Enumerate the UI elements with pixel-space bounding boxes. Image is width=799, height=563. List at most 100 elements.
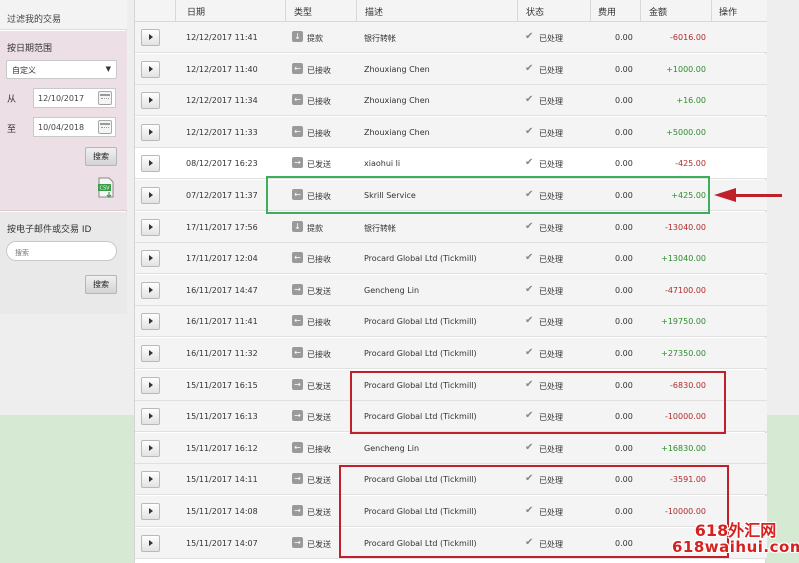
date-range-label: 按日期范围: [7, 44, 53, 54]
row-description: Procard Global Ltd (Tickmill): [364, 317, 477, 327]
header-date[interactable]: 日期: [187, 5, 205, 18]
checkmark-icon: ✔: [525, 220, 534, 232]
row-fee: 0.00: [615, 159, 633, 169]
header-amount[interactable]: 金额: [649, 5, 667, 18]
expand-row-button[interactable]: [141, 187, 160, 204]
table-row[interactable]: 15/11/2017 14:11 → 已发送 Procard Global Ltd (…: [135, 464, 767, 496]
expand-row-button[interactable]: [141, 123, 160, 141]
row-fee: 0.00: [615, 254, 633, 264]
row-type: 已接收: [307, 255, 331, 265]
table-row[interactable]: 16/11/2017 14:47 → 已发送 Gencheng Lin ✔ 已处理 0.00…: [135, 274, 767, 306]
table-row[interactable]: 12/12/2017 11:33 ← 已接收 Zhouxiang Chen ✔ 已处理 0.…: [135, 116, 767, 148]
row-status: 已处理: [539, 255, 563, 265]
table-row[interactable]: 15/11/2017 16:12 ← 已接收 Gencheng Lin ✔ 已处理 0.00…: [135, 432, 767, 464]
table-row[interactable]: 08/12/2017 16:23 → 已发送 xiaohui li ✔ 已处理 0.00 -4…: [135, 148, 767, 180]
table-row[interactable]: 17/11/2017 12:04 ← 已接收 Procard Global Ltd (…: [135, 243, 767, 275]
expand-row-button[interactable]: [141, 250, 160, 268]
expand-row-button[interactable]: [141, 534, 160, 552]
row-status: 已处理: [539, 97, 563, 107]
row-fee: 0.00: [615, 412, 633, 422]
receive-icon: ←: [292, 441, 303, 453]
expand-row-button[interactable]: [141, 376, 160, 394]
table-row[interactable]: 17/11/2017 17:56 ↓ 提款 银行转帐 ✔ 已处理 0.00 -13040.00: [135, 211, 767, 243]
row-description: Procard Global Ltd (Tickmill): [364, 349, 477, 358]
row-description: Skrill Service: [364, 191, 416, 200]
expand-row-button[interactable]: [141, 313, 160, 331]
row-status: 已处理: [539, 350, 563, 359]
row-fee: 0.00: [615, 96, 633, 106]
expand-row-button[interactable]: [141, 345, 160, 362]
to-date-value: 10/04/2018: [38, 123, 85, 132]
table-row[interactable]: 15/11/2017 16:15 → 已发送 Procard Global Ltd (…: [135, 369, 767, 401]
header-divider: [356, 0, 357, 22]
header-status[interactable]: 状态: [526, 5, 544, 18]
checkmark-icon: ✔: [525, 378, 534, 390]
row-type: 已接收: [307, 128, 331, 138]
receive-icon: ←: [292, 62, 303, 74]
row-date: 15/11/2017 16:15: [186, 380, 258, 390]
header-type[interactable]: 类型: [294, 5, 312, 18]
expand-row-button[interactable]: [141, 29, 160, 46]
receive-icon: ←: [292, 252, 303, 264]
row-fee: 0.00: [615, 475, 633, 485]
calendar-icon[interactable]: [98, 120, 112, 134]
header-fee[interactable]: 费用: [598, 5, 616, 18]
row-amount: -6016.00: [670, 33, 706, 42]
transactions-table: 日期 类型 描述 状态 费用 金额 操作 12/12/2017 11:41 ↓ 提款…: [134, 0, 767, 563]
row-type: 已接收: [307, 318, 331, 328]
watermark-line-1: 618外汇网: [694, 521, 777, 540]
table-row[interactable]: 12/12/2017 11:40 ← 已接收 Zhouxiang Chen ✔ 已处理 0.…: [135, 53, 767, 85]
row-description: Procard Global Ltd (Tickmill): [364, 507, 477, 516]
header-divider: [517, 0, 518, 22]
checkmark-icon: ✔: [525, 252, 534, 264]
header-divider: [285, 0, 286, 22]
expand-row-button[interactable]: [141, 60, 160, 78]
email-search-button[interactable]: 搜索: [85, 275, 117, 294]
row-status: 已处理: [539, 286, 563, 296]
csv-export-icon[interactable]: CSV: [97, 177, 115, 199]
table-row[interactable]: 07/12/2017 11:37 ← 已接收 Skrill Service ✔ 已处理 0.…: [135, 180, 767, 211]
date-range-select[interactable]: 自定义 ▼: [6, 60, 117, 79]
table-row[interactable]: 15/11/2017 16:13 → 已发送 Procard Global Ltd (…: [135, 401, 767, 433]
receive-icon: ←: [292, 94, 303, 106]
date-search-button[interactable]: 搜索: [85, 147, 117, 166]
email-search-input[interactable]: [6, 241, 117, 261]
expand-row-button[interactable]: [141, 471, 160, 489]
expand-row-button[interactable]: [141, 408, 160, 426]
row-status: 已处理: [539, 192, 563, 201]
row-description: Zhouxiang Chen: [364, 127, 430, 137]
checkmark-icon: ✔: [525, 157, 534, 169]
expand-row-button[interactable]: [141, 92, 160, 110]
row-amount: -10000.00: [664, 412, 706, 422]
row-description: Procard Global Ltd (Tickmill): [364, 412, 477, 422]
site-watermark: 618外汇网 618waihui.com: [672, 522, 799, 563]
row-fee: 0.00: [615, 33, 633, 42]
expand-row-button[interactable]: [141, 439, 160, 457]
row-fee: 0.00: [615, 64, 633, 74]
table-row[interactable]: 16/11/2017 11:32 ← 已接收 Procard Global Ltd (…: [135, 338, 767, 369]
chevron-down-icon: ▼: [105, 65, 111, 73]
table-row[interactable]: 16/11/2017 11:41 ← 已接收 Procard Global Ltd (…: [135, 306, 767, 338]
row-amount: +425.00: [671, 191, 706, 200]
header-divider: [711, 0, 712, 22]
table-row[interactable]: 12/12/2017 11:34 ← 已接收 Zhouxiang Chen ✔ 已处理 0.…: [135, 85, 767, 117]
to-date-input[interactable]: 10/04/2018: [33, 117, 116, 137]
from-date-input[interactable]: 12/10/2017: [33, 88, 116, 108]
row-date: 15/11/2017 16:12: [186, 443, 258, 453]
row-amount: +13040.00: [661, 254, 706, 264]
row-amount: +19750.00: [661, 317, 706, 327]
expand-row-button[interactable]: [141, 218, 160, 236]
send-icon: →: [292, 283, 303, 295]
calendar-icon[interactable]: [98, 91, 112, 105]
row-type: 已发送: [307, 508, 331, 517]
expand-row-button[interactable]: [141, 503, 160, 520]
header-description[interactable]: 描述: [365, 5, 383, 18]
expand-row-button[interactable]: [141, 155, 160, 173]
email-search-label: 按电子邮件或交易 ID: [7, 225, 92, 235]
header-divider: [175, 0, 176, 22]
row-status: 已处理: [539, 508, 563, 517]
row-description: 银行转帐: [364, 34, 396, 43]
table-row[interactable]: 12/12/2017 11:41 ↓ 提款 银行转帐 ✔ 已处理 0.00 -6016.00: [135, 22, 767, 53]
filter-sidebar: 过滤我的交易 按日期范围 自定义 ▼ 从 12/10/2017 至 10/04/…: [0, 0, 127, 314]
expand-row-button[interactable]: [141, 281, 160, 299]
